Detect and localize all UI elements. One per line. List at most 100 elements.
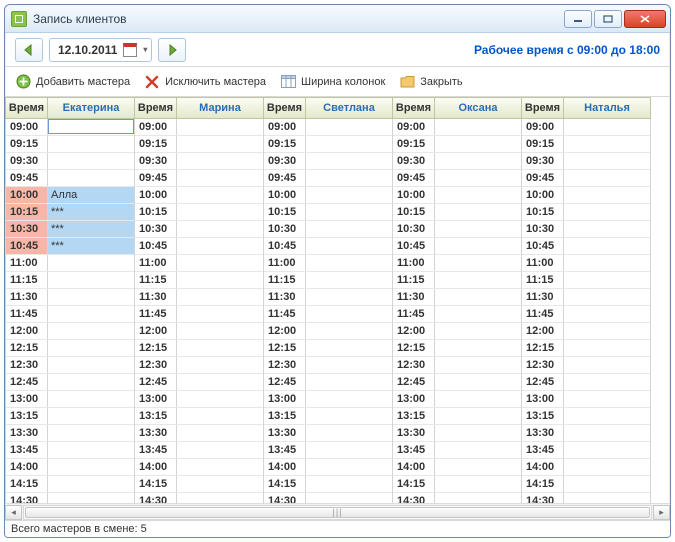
time-cell[interactable]: 11:15 xyxy=(264,272,306,288)
appointment-cell[interactable] xyxy=(435,136,521,152)
time-cell[interactable]: 12:00 xyxy=(393,323,435,339)
time-cell[interactable]: 13:30 xyxy=(393,425,435,441)
appointment-cell[interactable] xyxy=(564,425,650,441)
time-cell[interactable]: 09:45 xyxy=(135,170,177,186)
time-cell[interactable]: 13:00 xyxy=(135,391,177,407)
time-cell[interactable]: 11:00 xyxy=(393,255,435,271)
time-cell[interactable]: 10:30 xyxy=(393,221,435,237)
appointment-cell[interactable] xyxy=(564,323,650,339)
appointment-cell[interactable] xyxy=(177,221,263,237)
appointment-cell[interactable] xyxy=(435,425,521,441)
appointment-cell[interactable] xyxy=(564,374,650,390)
time-cell[interactable]: 13:15 xyxy=(393,408,435,424)
time-cell[interactable]: 11:45 xyxy=(393,306,435,322)
time-cell[interactable]: 10:30 xyxy=(264,221,306,237)
appointment-cell[interactable] xyxy=(564,187,650,203)
time-cell[interactable]: 10:45 xyxy=(264,238,306,254)
appointment-cell[interactable] xyxy=(435,391,521,407)
time-header[interactable]: Время xyxy=(264,98,306,118)
time-cell[interactable]: 14:30 xyxy=(393,493,435,503)
appointment-cell[interactable] xyxy=(435,493,521,503)
appointment-cell[interactable] xyxy=(177,357,263,373)
time-cell[interactable]: 11:45 xyxy=(6,306,48,322)
time-cell[interactable]: 14:00 xyxy=(393,459,435,475)
time-cell[interactable]: 14:15 xyxy=(522,476,564,492)
column-width-button[interactable]: Ширина колонок xyxy=(280,74,385,90)
time-cell[interactable]: 09:00 xyxy=(6,119,48,135)
time-cell[interactable]: 14:15 xyxy=(393,476,435,492)
time-cell[interactable]: 11:00 xyxy=(522,255,564,271)
appointment-cell[interactable] xyxy=(306,153,392,169)
remove-master-button[interactable]: Исключить мастера xyxy=(144,74,266,90)
appointment-cell[interactable] xyxy=(306,357,392,373)
time-cell[interactable]: 12:00 xyxy=(6,323,48,339)
appointment-cell[interactable] xyxy=(177,153,263,169)
appointment-cell[interactable] xyxy=(48,374,134,390)
time-cell[interactable]: 09:30 xyxy=(6,153,48,169)
time-cell[interactable]: 11:45 xyxy=(264,306,306,322)
appointment-cell[interactable] xyxy=(48,476,134,492)
time-cell[interactable]: 09:15 xyxy=(522,136,564,152)
appointment-cell[interactable] xyxy=(435,340,521,356)
add-master-button[interactable]: Добавить мастера xyxy=(15,74,130,90)
time-cell[interactable]: 10:00 xyxy=(6,187,48,203)
time-cell[interactable]: 10:30 xyxy=(522,221,564,237)
time-cell[interactable]: 12:30 xyxy=(6,357,48,373)
time-cell[interactable]: 09:30 xyxy=(522,153,564,169)
time-cell[interactable]: 14:30 xyxy=(6,493,48,503)
time-cell[interactable]: 10:30 xyxy=(135,221,177,237)
appointment-cell[interactable] xyxy=(177,476,263,492)
appointment-cell[interactable] xyxy=(564,306,650,322)
appointment-cell[interactable] xyxy=(435,204,521,220)
appointment-cell[interactable] xyxy=(177,459,263,475)
appointment-cell[interactable] xyxy=(306,170,392,186)
time-cell[interactable]: 11:30 xyxy=(264,289,306,305)
time-cell[interactable]: 14:15 xyxy=(6,476,48,492)
time-cell[interactable]: 10:00 xyxy=(393,187,435,203)
time-header[interactable]: Время xyxy=(393,98,435,118)
appointment-cell[interactable] xyxy=(306,187,392,203)
appointment-cell[interactable] xyxy=(564,340,650,356)
appointment-cell[interactable]: Алла xyxy=(48,187,134,203)
time-cell[interactable]: 13:15 xyxy=(264,408,306,424)
time-cell[interactable]: 13:30 xyxy=(522,425,564,441)
time-cell[interactable]: 13:00 xyxy=(393,391,435,407)
appointment-cell[interactable] xyxy=(177,306,263,322)
appointment-cell[interactable] xyxy=(48,136,134,152)
time-cell[interactable]: 09:15 xyxy=(135,136,177,152)
time-cell[interactable]: 11:15 xyxy=(135,272,177,288)
appointment-cell[interactable] xyxy=(306,323,392,339)
time-cell[interactable]: 12:00 xyxy=(264,323,306,339)
time-cell[interactable]: 09:30 xyxy=(135,153,177,169)
appointment-cell[interactable] xyxy=(564,493,650,503)
appointment-cell[interactable] xyxy=(435,289,521,305)
time-cell[interactable]: 13:15 xyxy=(522,408,564,424)
time-cell[interactable]: 14:00 xyxy=(264,459,306,475)
appointment-cell[interactable] xyxy=(177,493,263,503)
appointment-cell[interactable] xyxy=(435,187,521,203)
appointment-cell[interactable] xyxy=(177,323,263,339)
appointment-cell[interactable] xyxy=(48,255,134,271)
appointment-cell[interactable] xyxy=(306,408,392,424)
time-header[interactable]: Время xyxy=(6,98,48,118)
appointment-cell[interactable] xyxy=(435,153,521,169)
appointment-cell[interactable] xyxy=(435,170,521,186)
appointment-cell[interactable] xyxy=(177,204,263,220)
appointment-cell[interactable] xyxy=(564,153,650,169)
appointment-cell[interactable] xyxy=(564,221,650,237)
time-cell[interactable]: 12:00 xyxy=(135,323,177,339)
time-cell[interactable]: 11:30 xyxy=(522,289,564,305)
appointment-cell[interactable] xyxy=(564,136,650,152)
appointment-cell[interactable] xyxy=(435,272,521,288)
time-cell[interactable]: 14:15 xyxy=(135,476,177,492)
appointment-cell[interactable] xyxy=(564,476,650,492)
appointment-cell[interactable] xyxy=(564,391,650,407)
appointment-cell[interactable] xyxy=(435,238,521,254)
time-cell[interactable]: 10:00 xyxy=(135,187,177,203)
time-cell[interactable]: 09:45 xyxy=(264,170,306,186)
appointment-cell[interactable] xyxy=(435,408,521,424)
master-header[interactable]: Наталья xyxy=(564,98,650,118)
time-cell[interactable]: 12:30 xyxy=(393,357,435,373)
appointment-cell[interactable] xyxy=(48,340,134,356)
time-cell[interactable]: 09:00 xyxy=(522,119,564,135)
